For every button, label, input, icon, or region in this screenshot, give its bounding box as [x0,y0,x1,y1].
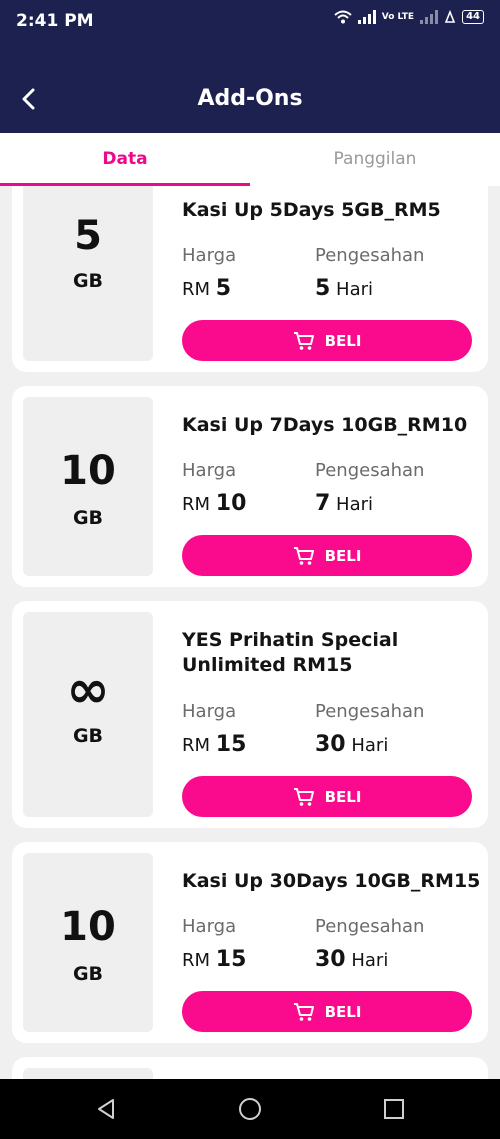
buy-label: BELI [324,546,362,565]
app-header: 2:41 PM Vo LTE 44 Add-Ons [0,0,500,133]
quota-value: 10 [60,904,116,950]
quota-value: 10 [60,448,116,494]
plan-card: 5 GB Kasi Up 5Days 5GB_RM5 Harga Pengesa… [12,186,488,372]
validity-label: Pengesahan [315,701,425,722]
status-time: 2:41 PM [16,11,94,31]
day-unit: Hari [336,494,374,515]
buy-button[interactable]: BELI [182,535,472,576]
validity-value: 5 Hari [315,276,373,301]
price-amount: 10 [215,491,247,516]
quota-box: 5 GB [23,186,153,361]
validity-label: Pengesahan [315,916,425,937]
day-unit: Hari [351,950,389,971]
plan-card: 10 GB Kasi Up 30Days 10GB_RM15 Harga Pen… [12,842,488,1043]
signal-icon [357,10,376,24]
status-icons: Vo LTE 44 [334,10,484,24]
tab-bar: Data Panggilan [0,133,500,186]
volte-badge: Vo LTE [381,11,415,22]
plan-name: Kasi Up 7Days 10GB_RM10 [182,414,468,436]
cart-icon [293,331,314,350]
buy-button[interactable]: BELI [182,320,472,361]
validity-label: Pengesahan [315,460,425,481]
tab-data[interactable]: Data [0,133,250,186]
price-value: RM 10 [182,491,246,516]
quota-unit: GB [72,507,104,529]
status-bar: 2:41 PM Vo LTE 44 [0,0,500,46]
validity-days: 5 [315,276,331,301]
plan-list[interactable]: 5 GB Kasi Up 5Days 5GB_RM5 Harga Pengesa… [0,186,500,1079]
quota-unit: GB [72,963,104,985]
buy-label: BELI [324,787,362,806]
price-label: Harga [182,916,237,937]
plan-name: Kasi Up 5Days 5GB_RM5 [182,199,441,221]
price-label: Harga [182,245,237,266]
plan-card [12,1057,488,1079]
currency-label: RM [182,950,211,971]
alarm-icon [444,10,456,23]
validity-days: 30 [315,732,346,757]
tab-panggilan[interactable]: Panggilan [250,133,500,186]
buy-label: BELI [324,1002,362,1021]
price-value: RM 15 [182,947,246,972]
price-value: RM 5 [182,276,231,301]
quota-box [23,1068,153,1079]
plan-card: 10 GB Kasi Up 7Days 10GB_RM10 Harga Peng… [12,386,488,587]
page-title: Add-Ons [197,86,303,111]
nav-home-icon[interactable] [235,1094,265,1124]
wifi-icon [334,10,352,24]
cart-icon [293,1002,314,1021]
nav-recents-icon[interactable] [379,1094,409,1124]
system-nav-bar [0,1079,500,1139]
validity-value: 7 Hari [315,491,373,516]
validity-value: 30 Hari [315,732,388,757]
quota-unit: GB [72,270,104,292]
cart-icon [293,546,314,565]
quota-box: 10 GB [23,397,153,576]
plan-name: Kasi Up 30Days 10GB_RM15 [182,870,481,892]
price-label: Harga [182,701,237,722]
signal-2-icon [420,10,439,24]
price-label: Harga [182,460,237,481]
plan-name: YES Prihatin Special Unlimited RM15 [182,629,399,676]
price-amount: 5 [215,276,232,301]
validity-value: 30 Hari [315,947,388,972]
buy-button[interactable]: BELI [182,991,472,1032]
price-amount: 15 [215,947,247,972]
validity-label: Pengesahan [315,245,425,266]
quota-value: ∞ [66,660,110,720]
validity-days: 30 [315,947,346,972]
battery-indicator: 44 [462,10,484,24]
currency-label: RM [182,279,211,300]
plan-card: ∞ GB YES Prihatin Special Unlimited RM15… [12,601,488,828]
currency-label: RM [182,735,211,756]
buy-button[interactable]: BELI [182,776,472,817]
validity-days: 7 [315,491,331,516]
quota-box: ∞ GB [23,612,153,817]
quota-box: 10 GB [23,853,153,1032]
quota-unit: GB [72,725,104,747]
day-unit: Hari [336,279,374,300]
price-value: RM 15 [182,732,246,757]
price-amount: 15 [215,732,247,757]
day-unit: Hari [351,735,389,756]
nav-back-icon[interactable] [91,1094,121,1124]
currency-label: RM [182,494,211,515]
buy-label: BELI [324,331,362,350]
cart-icon [293,787,314,806]
quota-value: 5 [74,213,102,259]
